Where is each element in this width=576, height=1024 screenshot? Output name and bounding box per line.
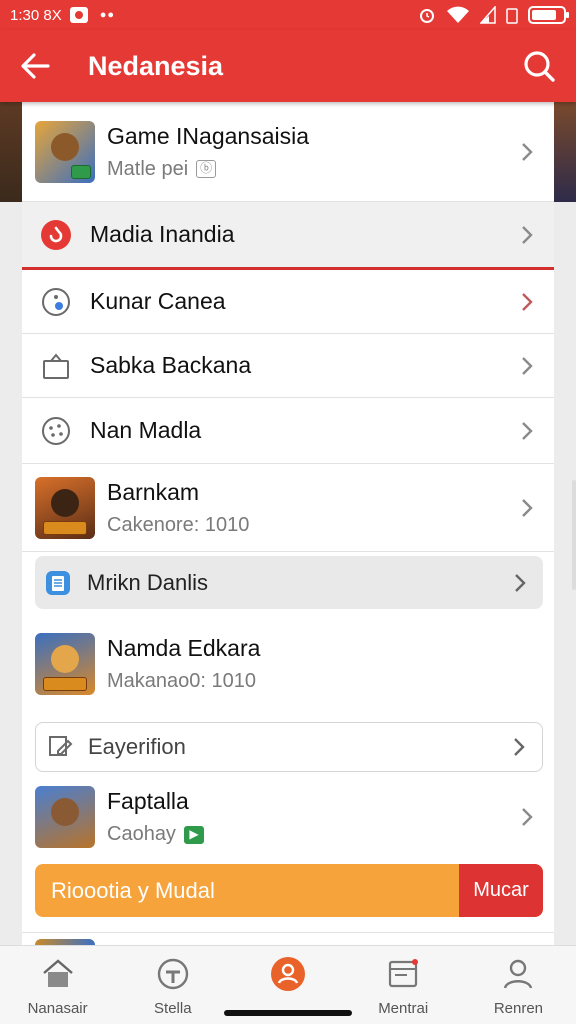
promo-button[interactable]: Mucar: [459, 864, 543, 917]
menu-list: Game INagansaisia Matle pei ⓑ Madia Inan…: [22, 102, 554, 945]
inbox-icon: [389, 959, 419, 988]
nav-label: Mentrai: [378, 1000, 429, 1017]
chevron-right-icon: [514, 738, 525, 756]
chevron-right-icon: [522, 225, 533, 244]
profile-badge-icon: [271, 957, 305, 991]
chevron-right-icon: [522, 356, 533, 375]
nav-label: Nanasair: [27, 1000, 88, 1017]
nav-label: Renren: [493, 1000, 544, 1017]
list-item-subtitle: Caohay: [107, 823, 176, 845]
tag-icon: ⓑ: [196, 160, 217, 178]
wifi-icon: [447, 6, 469, 23]
status-left: 1:30 8X ●●: [10, 7, 115, 24]
battery-icon: [528, 6, 569, 24]
home-icon: [42, 959, 73, 987]
list-item-title: Mrikn Danlis: [87, 569, 209, 595]
list-item-title: Eayerifion: [88, 734, 186, 759]
chevron-right-icon: [522, 498, 533, 517]
play-badge-icon: ▶: [183, 825, 204, 844]
promo-action-bar[interactable]: Rioootia y Mudal Mucar: [35, 864, 543, 917]
cookie-icon: [42, 416, 70, 445]
page-title: Nedanesia: [88, 50, 224, 81]
list-item-namda[interactable]: Namda Edkara Makanao0: 1010: [22, 614, 554, 714]
list-item-game[interactable]: Game INagansaisia Matle pei ⓑ: [22, 102, 554, 202]
person-icon: [504, 959, 533, 989]
list-item-eayerifion[interactable]: Eayerifion: [35, 722, 543, 772]
chevron-right-icon: [522, 142, 533, 161]
chevron-right-icon: [522, 808, 533, 826]
list-item-mrikn[interactable]: Mrikn Danlis: [35, 556, 543, 609]
signal-icon: [480, 6, 496, 24]
game-thumbnail: [35, 120, 95, 183]
list-item-title: Namda Edkara: [107, 635, 261, 661]
game-thumbnail: [35, 786, 95, 848]
background-artwork-right: [554, 102, 576, 202]
list-item-partial[interactable]: [22, 932, 554, 945]
bag-icon: [43, 352, 69, 379]
chevron-right-icon: [522, 421, 533, 440]
chevron-right-icon: [522, 292, 533, 311]
list-item-barnkam[interactable]: Barnkam Cakenore: 1010: [22, 464, 554, 552]
shield-icon: [157, 958, 188, 990]
info-circle-icon: [42, 287, 70, 316]
list-item-title: Sabka Backana: [90, 352, 252, 378]
document-icon: [46, 570, 70, 595]
status-bar: 1:30 8X ●●: [0, 0, 576, 30]
back-button[interactable]: [20, 46, 60, 86]
nav-item-stella[interactable]: Stella: [115, 946, 230, 1024]
list-item-nan[interactable]: Nan Madla: [22, 398, 554, 464]
nav-item-mentrai[interactable]: Mentrai: [346, 946, 461, 1024]
alarm-icon: [420, 9, 434, 23]
background-artwork-left: [0, 102, 22, 202]
nav-item-renren[interactable]: Renren: [461, 946, 576, 1024]
home-indicator[interactable]: [224, 1010, 352, 1016]
list-item-title: Faptalla: [107, 788, 189, 814]
chevron-right-icon: [515, 573, 526, 592]
list-item-kunar[interactable]: Kunar Canea: [22, 270, 554, 334]
nav-item-home[interactable]: Nanasair: [0, 946, 115, 1024]
list-item-madia[interactable]: Madia Inandia: [22, 202, 554, 270]
game-thumbnail: [35, 476, 95, 539]
notification-app-icon: [69, 7, 88, 23]
list-item-title: Barnkam: [107, 478, 200, 505]
list-item-subtitle: Makanao0: 1010: [107, 670, 257, 692]
sim-icon: [506, 8, 518, 24]
list-item-sabka[interactable]: Sabka Backana: [22, 334, 554, 398]
game-thumbnail: [35, 633, 95, 695]
list-item-faptalla[interactable]: Faptalla Caohay ▶: [22, 774, 554, 860]
list-item-subtitle: Cakenore: 1010: [107, 513, 250, 536]
search-icon: [524, 51, 555, 82]
edit-note-icon: [49, 736, 73, 756]
list-item-title: Game INagansaisia: [107, 122, 309, 149]
search-button[interactable]: [516, 46, 556, 86]
notification-dots-icon: ●●: [99, 9, 116, 21]
arrow-left-icon: [21, 53, 50, 79]
alert-circle-icon: [41, 219, 71, 250]
list-item-subtitle: Matle pei: [107, 157, 189, 180]
promo-label: Rioootia y Mudal: [51, 877, 215, 903]
list-item-title: Nan Madla: [90, 417, 202, 443]
status-time: 1:30 8X: [10, 6, 62, 24]
app-bar: Nedanesia: [0, 30, 576, 102]
list-item-title: Madia Inandia: [90, 221, 235, 247]
nav-label: Stella: [154, 1000, 192, 1017]
list-item-title: Kunar Canea: [90, 288, 226, 314]
edge-scroll-handle[interactable]: [572, 480, 576, 590]
status-right: [418, 6, 569, 24]
